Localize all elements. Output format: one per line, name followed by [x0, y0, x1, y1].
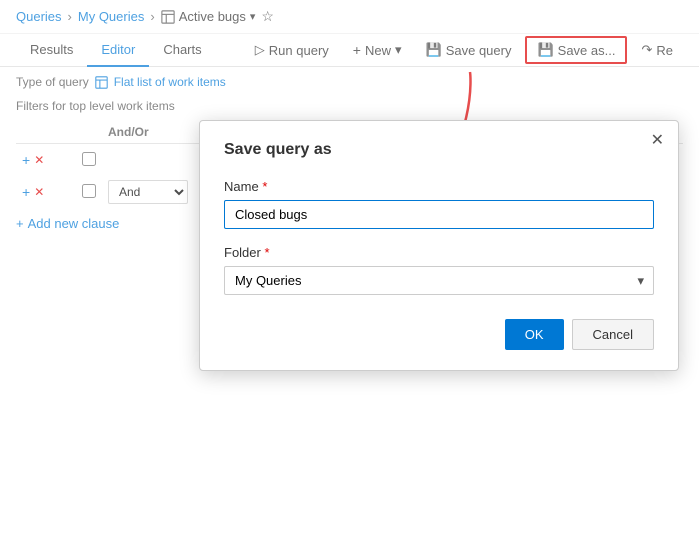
- folder-required-marker: *: [264, 245, 269, 260]
- save-query-as-dialog: Save query as ✕ Name * Folder * My Queri…: [199, 120, 679, 371]
- dialog-close-button[interactable]: ✕: [651, 133, 664, 149]
- ok-button[interactable]: OK: [505, 319, 564, 350]
- cancel-button[interactable]: Cancel: [572, 319, 654, 350]
- dialog-title: Save query as: [224, 141, 654, 159]
- folder-select-wrapper: My Queries Shared Queries ▾: [224, 266, 654, 295]
- name-field-label: Name *: [224, 179, 654, 194]
- name-required-marker: *: [262, 179, 267, 194]
- dialog-actions: OK Cancel: [224, 319, 654, 350]
- dialog-overlay: Save query as ✕ Name * Folder * My Queri…: [0, 0, 699, 554]
- folder-field-label: Folder *: [224, 245, 654, 260]
- folder-select[interactable]: My Queries Shared Queries: [224, 266, 654, 295]
- name-input[interactable]: [224, 200, 654, 229]
